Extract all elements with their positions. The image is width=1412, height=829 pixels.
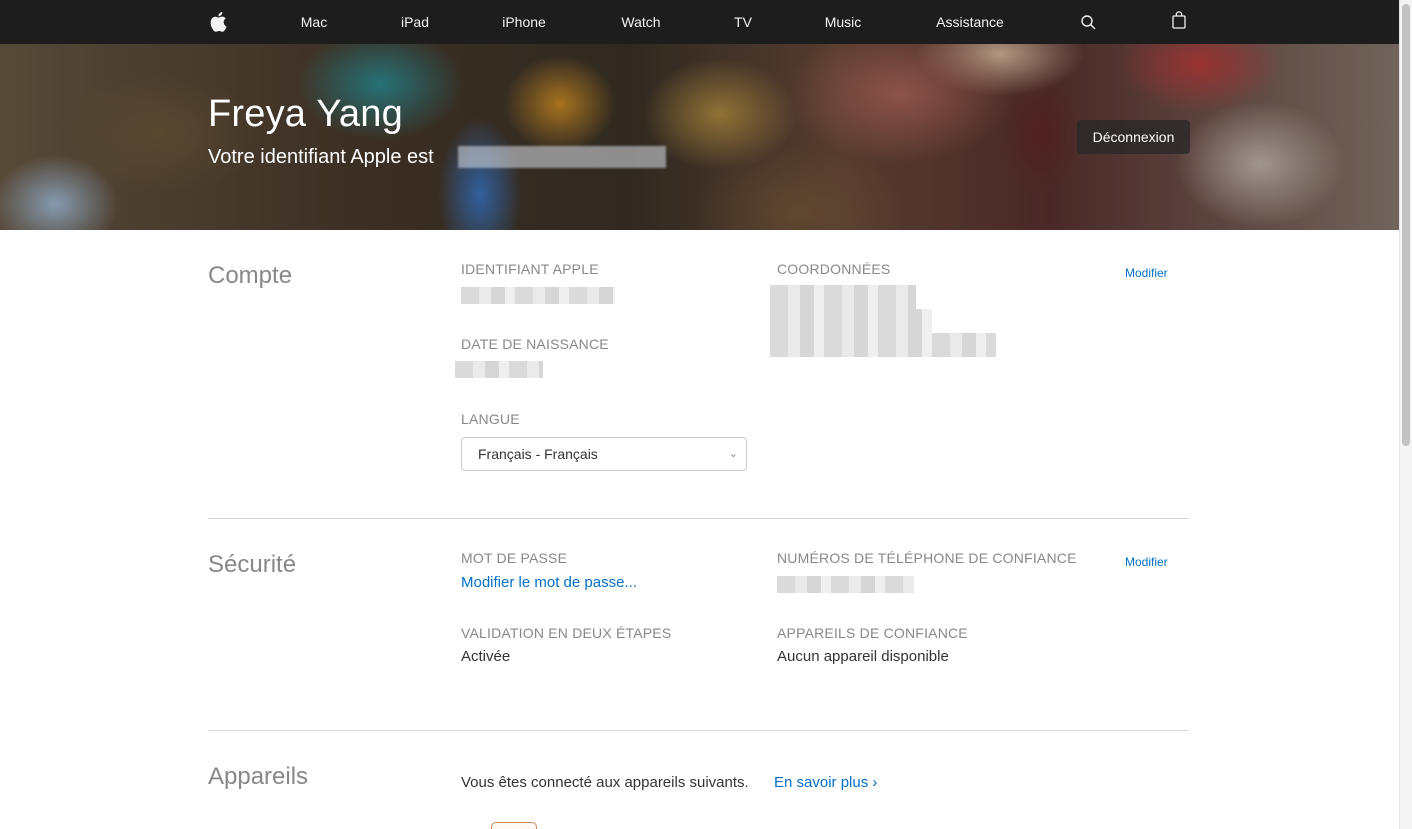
hero-banner: Freya Yang Votre identifiant Apple est D…: [0, 44, 1399, 230]
language-label: LANGUE: [461, 411, 520, 427]
redacted-trusted-phone: [777, 576, 914, 593]
learn-more-link[interactable]: En savoir plus ›: [774, 774, 877, 791]
chevron-down-icon: ⌄: [728, 448, 738, 460]
logout-button[interactable]: Déconnexion: [1077, 120, 1190, 154]
birthdate-label: DATE DE NAISSANCE: [461, 336, 609, 352]
edit-security-button[interactable]: Modifier: [1125, 555, 1168, 569]
global-nav: Mac iPad iPhone Watch TV Music Assistanc…: [0, 0, 1399, 44]
trusted-phones-label: NUMÉROS DE TÉLÉPHONE DE CONFIANCE: [777, 550, 1077, 566]
trusted-devices-value: Aucun appareil disponible: [777, 648, 949, 665]
redacted-contact-line-1: [770, 285, 916, 309]
language-select[interactable]: Français - Français ⌄: [461, 437, 747, 471]
nav-item-tv[interactable]: TV: [734, 0, 752, 44]
trusted-devices-label: APPAREILS DE CONFIANCE: [777, 625, 968, 641]
search-icon[interactable]: [1081, 15, 1096, 35]
section-title-security: Sécurité: [208, 551, 297, 578]
section-divider: [208, 518, 1189, 519]
edit-account-button[interactable]: Modifier: [1125, 266, 1168, 280]
two-step-status: Activée: [461, 648, 511, 665]
redacted-apple-id-value: [461, 287, 615, 304]
nav-item-watch[interactable]: Watch: [621, 0, 660, 44]
nav-item-music[interactable]: Music: [825, 0, 862, 44]
nav-item-mac[interactable]: Mac: [301, 0, 327, 44]
change-password-link[interactable]: Modifier le mot de passe...: [461, 574, 637, 591]
nav-item-iphone[interactable]: iPhone: [502, 0, 546, 44]
two-step-label: VALIDATION EN DEUX ÉTAPES: [461, 625, 672, 641]
account-holder-name: Freya Yang: [208, 93, 403, 135]
device-icon[interactable]: [491, 822, 537, 829]
bag-icon[interactable]: [1172, 11, 1186, 34]
redacted-birthdate-value: [455, 361, 543, 378]
redacted-apple-id: [458, 146, 666, 168]
apple-id-label: IDENTIFIANT APPLE: [461, 261, 599, 277]
section-title-account: Compte: [208, 262, 293, 289]
nav-item-assistance[interactable]: Assistance: [936, 0, 1004, 44]
section-title-devices: Appareils: [208, 763, 309, 790]
nav-item-ipad[interactable]: iPad: [401, 0, 429, 44]
section-divider: [208, 730, 1189, 731]
apple-id-subtitle: Votre identifiant Apple est: [208, 146, 434, 168]
contact-info-label: COORDONNÉES: [777, 261, 891, 277]
language-select-value: Français - Français: [478, 446, 598, 462]
devices-intro-text: Vous êtes connecté aux appareils suivant…: [461, 774, 749, 791]
redacted-contact-line-3: [770, 333, 996, 357]
scrollbar-thumb[interactable]: [1402, 4, 1410, 446]
redacted-contact-line-2: [770, 309, 932, 333]
apple-logo-icon[interactable]: [209, 11, 227, 37]
password-label: MOT DE PASSE: [461, 550, 568, 566]
